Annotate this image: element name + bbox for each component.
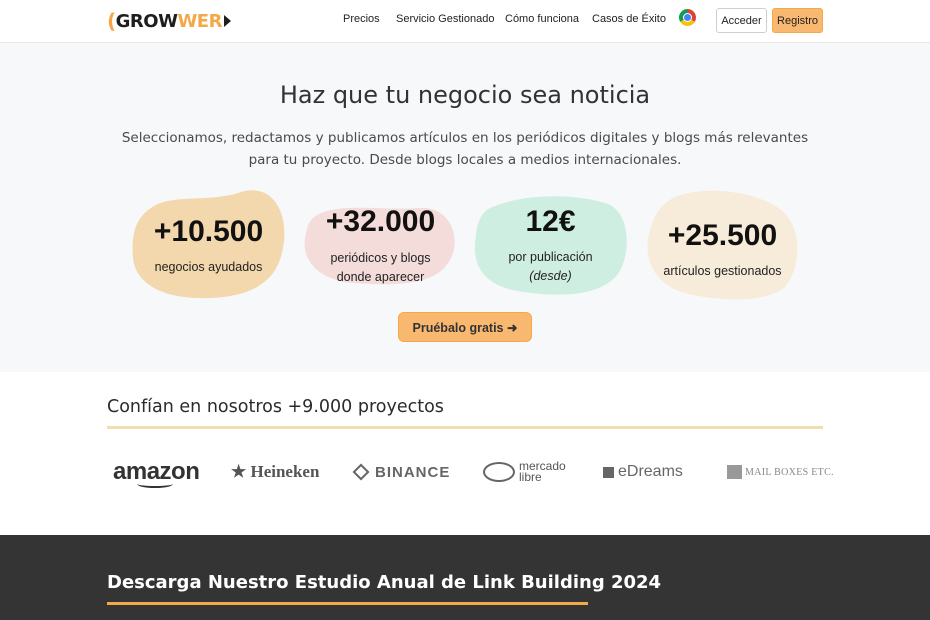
stat-value: +10.500	[153, 215, 264, 248]
logo-arrow-icon	[223, 15, 231, 27]
login-button[interactable]: Acceder	[716, 8, 767, 33]
stat-articulos: +25.500 artículos gestionados	[645, 189, 800, 301]
trust-title: Confían en nosotros +9.000 proyectos	[107, 397, 444, 417]
stat-label: periódicos y blogs	[330, 251, 431, 265]
amazon-logo: amazon	[113, 458, 200, 488]
nav-link-casos-de-exito[interactable]: Casos de Éxito	[592, 13, 666, 25]
mbe-box-icon	[727, 465, 742, 479]
study-title: Descarga Nuestro Estudio Anual de Link B…	[107, 572, 662, 593]
stat-label: negocios ayudados	[154, 260, 263, 274]
register-button[interactable]: Registro	[772, 8, 823, 33]
nav-link-precios[interactable]: Precios	[343, 13, 380, 25]
hero-title: Haz que tu negocio sea noticia	[279, 81, 651, 109]
trust-divider	[107, 426, 823, 429]
stat-negocios: +10.500 negocios ayudados	[131, 188, 286, 300]
heineken-logo: ★ Heineken	[231, 462, 320, 481]
stat-precio: 12€ por publicación (desde)	[473, 194, 628, 296]
binance-diamond-icon	[352, 463, 370, 481]
stat-label: artículos gestionados	[663, 264, 782, 278]
nav-link-como-funciona[interactable]: Cómo funciona	[505, 13, 579, 25]
binance-logo: BINANCE	[352, 458, 450, 486]
try-free-button[interactable]: Pruébalo gratis ➜	[398, 312, 532, 342]
nav-link-servicio-gestionado[interactable]: Servicio Gestionado	[396, 13, 494, 25]
growwer-logo[interactable]: (GROW WER	[107, 9, 231, 33]
stat-periodicos: +32.000 periódicos y blogs donde aparece…	[303, 203, 458, 293]
top-navbar: (GROW WER Precios Servicio Gestionado Cóm…	[0, 0, 930, 43]
stat-value: 12€	[525, 205, 576, 238]
chrome-extension-icon[interactable]	[679, 9, 696, 26]
edreams-square-icon	[603, 466, 614, 478]
hero-section: Haz que tu negocio sea noticia Seleccion…	[0, 43, 930, 372]
edreams-logo: eDreams	[603, 458, 683, 486]
hero-subtitle: Seleccionamos, redactamos y publicamos a…	[121, 130, 809, 168]
handshake-icon	[483, 462, 515, 482]
mailboxes-logo: MAIL BOXES ETC.	[727, 458, 834, 486]
mercadolibre-logo: mercado libre	[483, 458, 566, 486]
stat-label-line2: (desde)	[529, 269, 572, 283]
stat-value: +25.500	[667, 219, 778, 252]
stat-label-line2: donde aparecer	[336, 270, 425, 284]
stat-value: +32.000	[325, 205, 436, 238]
study-section: Descarga Nuestro Estudio Anual de Link B…	[0, 535, 930, 620]
study-divider	[107, 602, 588, 605]
amazon-smile-icon	[137, 480, 173, 488]
stat-label: por publicación	[508, 250, 593, 264]
